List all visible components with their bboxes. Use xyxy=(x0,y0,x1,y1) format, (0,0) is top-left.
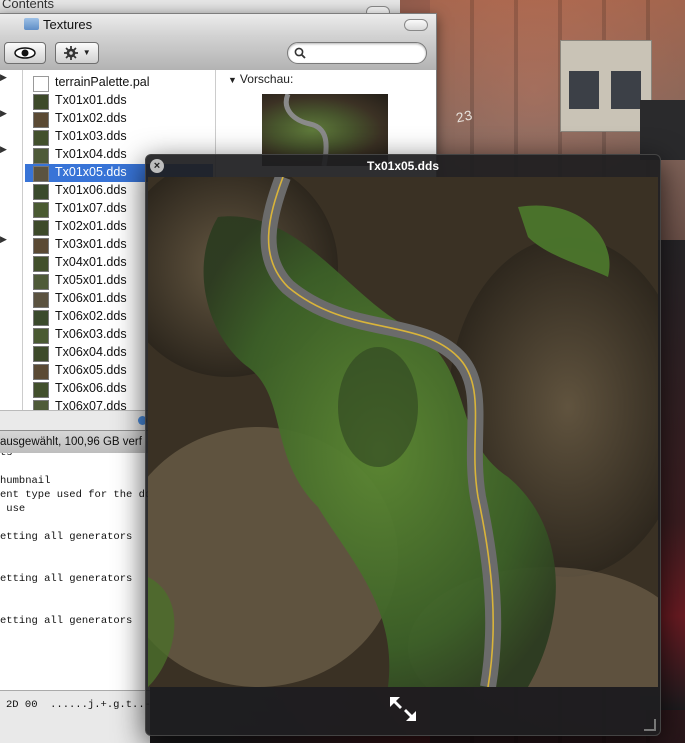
contents-window-title: Contents xyxy=(2,0,55,11)
console-line: use xyxy=(0,503,26,515)
image-thumbnail-icon xyxy=(33,256,49,272)
console-line: ts xyxy=(0,453,13,459)
document-icon xyxy=(33,76,49,92)
image-thumbnail-icon xyxy=(33,292,49,308)
image-thumbnail-icon xyxy=(33,238,49,254)
finder-title: Textures xyxy=(43,17,93,32)
file-row[interactable]: terrainPalette.pal xyxy=(25,74,213,92)
terrain-texture xyxy=(148,177,658,687)
finder-titlebar[interactable]: Textures xyxy=(0,14,436,36)
preview-label: Vorschau: xyxy=(239,72,294,86)
console-window: etting all generators etting all generato… xyxy=(0,453,150,743)
chevron-down-icon: ▼ xyxy=(82,48,91,57)
console-line: etting all generators xyxy=(0,531,133,543)
file-name: Tx06x05.dds xyxy=(55,363,127,377)
preview-header[interactable]: ▼ Vorschau: xyxy=(228,72,294,86)
file-name: Tx06x06.dds xyxy=(55,381,127,395)
gear-icon xyxy=(64,46,79,60)
file-name: Tx06x04.dds xyxy=(55,345,127,359)
parent-column[interactable]: ▶ ▶ ▶ ▶ xyxy=(0,70,23,410)
file-name: Tx01x03.dds xyxy=(55,129,127,143)
fullscreen-arrows-icon xyxy=(390,697,416,721)
search-icon xyxy=(294,47,306,59)
console-line: humbnail xyxy=(0,475,51,487)
action-menu-button[interactable]: ▼ xyxy=(55,42,99,64)
disclosure-arrow-icon: ▶ xyxy=(0,72,7,82)
image-thumbnail-icon xyxy=(33,184,49,200)
file-name: Tx01x06.dds xyxy=(55,183,127,197)
texture-image xyxy=(148,177,658,687)
image-thumbnail-icon xyxy=(33,274,49,290)
image-thumbnail-icon xyxy=(33,166,49,182)
quicklook-window: Tx01x05.dds × xyxy=(145,154,661,736)
file-name: Tx04x01.dds xyxy=(55,255,127,269)
building-window xyxy=(611,71,641,109)
file-name: Tx05x01.dds xyxy=(55,273,127,287)
file-name: Tx02x01.dds xyxy=(55,219,127,233)
search-input[interactable] xyxy=(310,45,420,59)
image-thumbnail-icon xyxy=(33,364,49,380)
quicklook-control-bar xyxy=(146,687,660,735)
disclosure-triangle-icon: ▼ xyxy=(228,75,237,85)
image-thumbnail-icon xyxy=(33,382,49,398)
image-thumbnail-icon xyxy=(33,328,49,344)
disclosure-arrow-icon: ▶ xyxy=(0,108,7,118)
console-line: ent type used for the do xyxy=(0,489,150,501)
toolbar-toggle-button[interactable] xyxy=(404,19,428,31)
background-building xyxy=(560,40,652,132)
eye-icon xyxy=(14,47,36,59)
status-text: ausgewählt, 100,96 GB verf xyxy=(0,436,142,448)
image-thumbnail-icon xyxy=(33,310,49,326)
background-number: 23 xyxy=(454,108,475,128)
search-field[interactable] xyxy=(287,42,427,64)
file-name: Tx06x03.dds xyxy=(55,327,127,341)
console-line: etting all generators xyxy=(0,573,133,585)
file-name: Tx01x07.dds xyxy=(55,201,127,215)
file-name: Tx01x01.dds xyxy=(55,93,127,107)
disclosure-arrow-icon: ▶ xyxy=(0,144,7,154)
image-thumbnail-icon xyxy=(33,130,49,146)
image-thumbnail-icon xyxy=(33,94,49,110)
console-line: etting all generators xyxy=(0,615,133,627)
file-name: Tx01x05.dds xyxy=(55,165,127,179)
folder-icon xyxy=(24,18,39,30)
file-row[interactable]: Tx01x03.dds xyxy=(25,128,213,146)
resize-grip-icon[interactable] xyxy=(644,719,656,731)
file-name: terrainPalette.pal xyxy=(55,75,150,89)
hex-panel: 2D 00 ......j.+.g.t..-. xyxy=(0,690,150,743)
hex-line: 2D 00 ......j.+.g.t..-. xyxy=(6,699,150,711)
background-coal xyxy=(640,100,685,160)
quicklook-button[interactable] xyxy=(4,42,46,64)
disclosure-arrow-icon: ▶ xyxy=(0,234,7,244)
image-thumbnail-icon xyxy=(33,148,49,164)
finder-toolbar: ▼ xyxy=(0,36,436,71)
image-thumbnail-icon xyxy=(33,202,49,218)
file-name: Tx01x04.dds xyxy=(55,147,127,161)
file-name: Tx03x01.dds xyxy=(55,237,127,251)
quicklook-title: Tx01x05.dds xyxy=(366,159,440,173)
image-thumbnail-icon xyxy=(33,346,49,362)
image-thumbnail-icon xyxy=(33,220,49,236)
image-thumbnail-icon xyxy=(33,112,49,128)
file-row[interactable]: Tx01x01.dds xyxy=(25,92,213,110)
fullscreen-button[interactable] xyxy=(386,695,420,725)
close-button[interactable]: × xyxy=(150,159,164,173)
building-window xyxy=(569,71,599,109)
file-name: Tx01x02.dds xyxy=(55,111,127,125)
file-row[interactable]: Tx01x02.dds xyxy=(25,110,213,128)
file-name: Tx06x02.dds xyxy=(55,309,127,323)
file-name: Tx06x01.dds xyxy=(55,291,127,305)
